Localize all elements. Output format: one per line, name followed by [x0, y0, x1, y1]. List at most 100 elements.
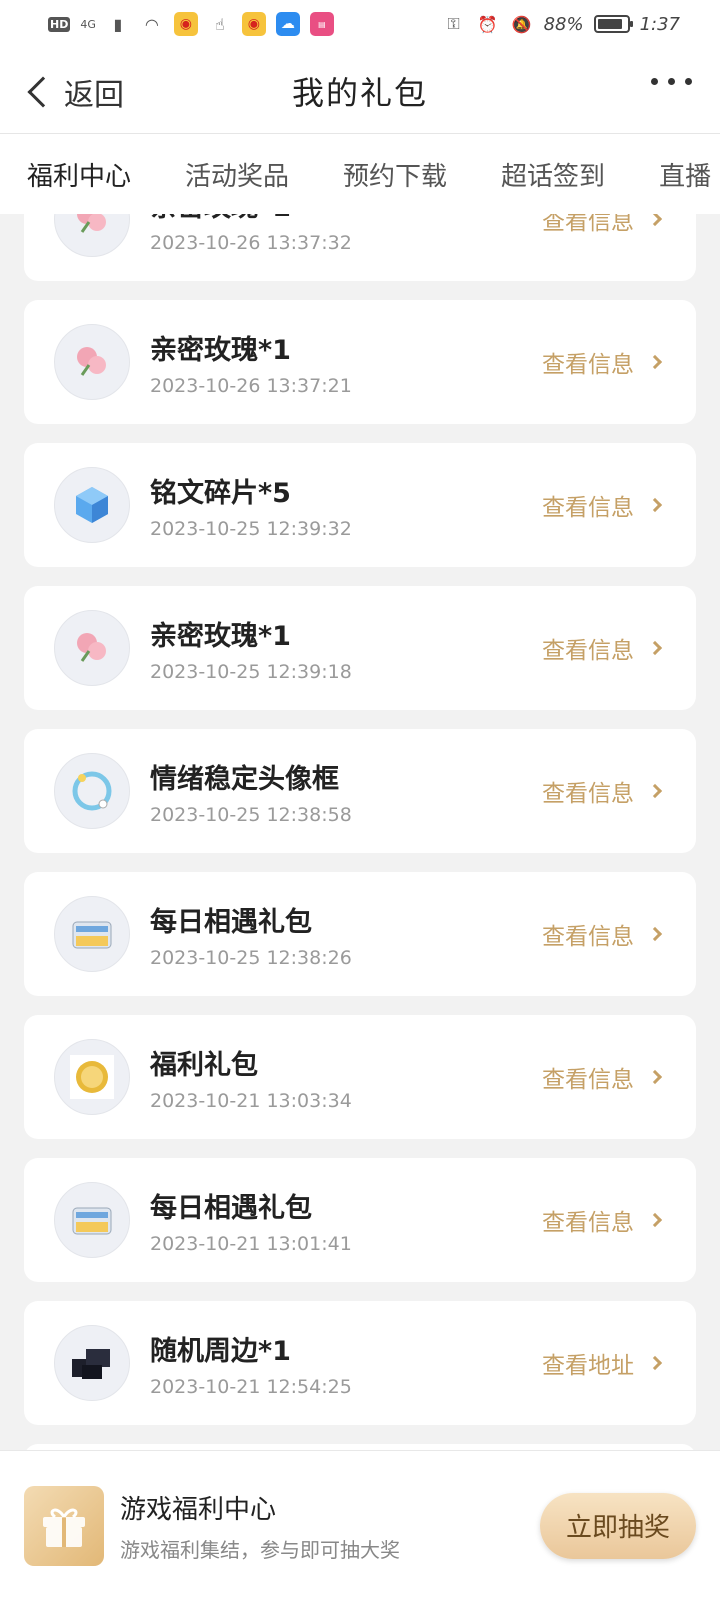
view-info-label: 查看信息 [542, 781, 634, 807]
view-info-link[interactable]: 查看信息 [542, 1203, 666, 1237]
draw-now-button[interactable]: 立即抽奖 [540, 1492, 696, 1559]
item-title: 随机周边*1 [150, 1335, 291, 1367]
item-title: 亲密玫瑰*1 [150, 214, 542, 224]
item-title: 亲密玫瑰*1 [150, 620, 291, 652]
hand-icon: ☝ [215, 14, 225, 34]
item-time: 2023-10-25 12:39:32 [150, 517, 352, 540]
tab-label: 福利中心 [27, 161, 132, 192]
coin-icon [54, 1039, 130, 1115]
tab-label: 预约下载 [343, 161, 448, 192]
view-info-link[interactable]: 查看信息 [542, 631, 666, 665]
tab-label: 超话签到 [501, 161, 606, 192]
alarm-icon: ⏰ [477, 14, 498, 34]
item-title: 情绪稳定头像框 [150, 763, 339, 795]
chest-icon [54, 1182, 130, 1258]
status-right: ⚿ ⏰ 🔕 88% 1:37 [442, 12, 680, 36]
tab-label: 直播 [659, 161, 712, 192]
chevron-right-icon [647, 354, 663, 370]
status-bar: HD 4G ▮ ◠ ◉ ☝ ◉ ☁ ▤ ⚿ ⏰ 🔕 88% 1:37 [0, 0, 720, 48]
chevron-right-icon [647, 214, 663, 227]
item-time: 2023-10-21 12:54:25 [150, 1375, 352, 1398]
chevron-right-icon [647, 640, 663, 656]
back-label: 返回 [64, 78, 124, 113]
item-time: 2023-10-25 12:38:58 [150, 803, 352, 826]
chevron-right-icon [647, 1212, 663, 1228]
battery-percent: 88% [543, 13, 584, 35]
rose-icon [54, 214, 130, 257]
merch-icon [54, 1325, 130, 1401]
signal-icon: ▮ [113, 14, 123, 34]
list-item[interactable]: 每日相遇礼包 2023-10-25 12:38:26 查看信息 [24, 872, 696, 996]
item-title: 每日相遇礼包 [150, 906, 312, 938]
status-left: HD 4G ▮ ◠ ◉ ☝ ◉ ☁ ▤ [48, 12, 334, 36]
cloud-icon: ☁ [275, 12, 300, 36]
signal-text: 4G [80, 17, 96, 31]
view-address-label: 查看地址 [542, 1353, 634, 1379]
back-chevron-icon [27, 76, 59, 108]
list-item[interactable]: 铭文碎片*5 2023-10-25 12:39:32 查看信息 [24, 443, 696, 567]
view-info-link[interactable]: 查看信息 [542, 917, 666, 951]
battery-icon [593, 15, 633, 33]
view-info-label: 查看信息 [542, 1067, 634, 1093]
clock: 1:37 [639, 13, 680, 35]
page-title: 我的礼包 [291, 73, 428, 112]
view-info-label: 查看信息 [542, 924, 634, 950]
chevron-right-icon [647, 1069, 663, 1085]
mute-icon: 🔕 [511, 14, 532, 34]
wifi-icon: ◠ [144, 14, 159, 34]
view-info-label: 查看信息 [542, 638, 634, 664]
view-info-label: 查看信息 [542, 495, 634, 521]
chest-icon [54, 896, 130, 972]
chevron-right-icon [647, 783, 663, 799]
back-button[interactable]: 返回 [22, 70, 124, 114]
view-address-link[interactable]: 查看地址 [542, 1346, 666, 1380]
tab-supertopic-checkin[interactable]: 超话签到 [474, 156, 632, 193]
view-info-link[interactable]: 查看信息 [542, 774, 666, 808]
welfare-banner[interactable]: 游戏福利中心 游戏福利集结，参与即可抽大奖 立即抽奖 [0, 1450, 720, 1600]
gift-list[interactable]: 亲密玫瑰*1 2023-10-26 13:37:32 查看信息 亲密玫瑰*1 2… [0, 214, 720, 1450]
item-time: 2023-10-25 12:39:18 [150, 660, 352, 683]
list-item[interactable]: 亲密玫瑰*1 2023-10-25 12:39:18 查看信息 [24, 586, 696, 710]
view-info-link[interactable]: 查看信息 [542, 488, 666, 522]
cube-icon [54, 467, 130, 543]
gift-icon [24, 1485, 104, 1566]
bilibili-icon: ▤ [309, 12, 334, 36]
item-time: 2023-10-25 12:38:26 [150, 946, 352, 969]
banner-subtitle: 游戏福利集结，参与即可抽大奖 [120, 1537, 400, 1562]
view-info-label: 查看信息 [542, 214, 634, 235]
hd-badge: HD [48, 16, 71, 32]
view-info-link[interactable]: 查看信息 [542, 345, 666, 379]
vpn-icon: ⚿ [447, 14, 460, 33]
view-info-link[interactable]: 查看信息 [542, 1060, 666, 1094]
tab-preorder-download[interactable]: 预约下载 [316, 156, 474, 193]
item-title: 每日相遇礼包 [150, 1192, 312, 1224]
list-item[interactable]: 情绪稳定头像框 2023-10-25 12:38:58 查看信息 [24, 729, 696, 853]
item-title: 铭文碎片*5 [150, 477, 291, 509]
nav-bar: 返回 我的礼包 [0, 48, 720, 134]
tab-activity-prizes[interactable]: 活动奖品 [158, 156, 316, 193]
chevron-right-icon [647, 1355, 663, 1371]
weibo-icon: ◉ [173, 12, 198, 36]
tab-live[interactable]: 直播 [632, 156, 720, 193]
avatar-frame-icon [54, 753, 130, 829]
tab-welfare-center[interactable]: 福利中心 [0, 156, 158, 193]
list-item[interactable]: 亲密玫瑰*1 2023-10-26 13:37:32 查看信息 [24, 214, 696, 281]
view-info-link[interactable]: 查看信息 [542, 214, 666, 236]
item-title: 福利礼包 [150, 1049, 258, 1081]
chevron-right-icon [647, 926, 663, 942]
view-info-label: 查看信息 [542, 1210, 634, 1236]
item-time: 2023-10-26 13:37:21 [150, 374, 352, 397]
item-time: 2023-10-26 13:37:32 [150, 231, 352, 254]
list-item[interactable]: 每日相遇礼包 2023-10-21 13:01:41 查看信息 [24, 1158, 696, 1282]
item-time: 2023-10-21 13:03:34 [150, 1089, 352, 1112]
list-item[interactable]: 亲密玫瑰*1 2023-10-26 13:37:21 查看信息 [24, 300, 696, 424]
chevron-right-icon [647, 497, 663, 513]
tab-bar: 福利中心 活动奖品 预约下载 超话签到 直播 [0, 134, 720, 214]
view-info-label: 查看信息 [542, 352, 634, 378]
rose-icon [54, 324, 130, 400]
more-menu-icon[interactable] [651, 78, 692, 85]
item-title: 亲密玫瑰*1 [150, 334, 291, 366]
list-item[interactable]: 随机周边*1 2023-10-21 12:54:25 查看地址 [24, 1301, 696, 1425]
list-item[interactable]: 福利礼包 2023-10-21 13:03:34 查看信息 [24, 1015, 696, 1139]
tab-label: 活动奖品 [185, 161, 290, 192]
